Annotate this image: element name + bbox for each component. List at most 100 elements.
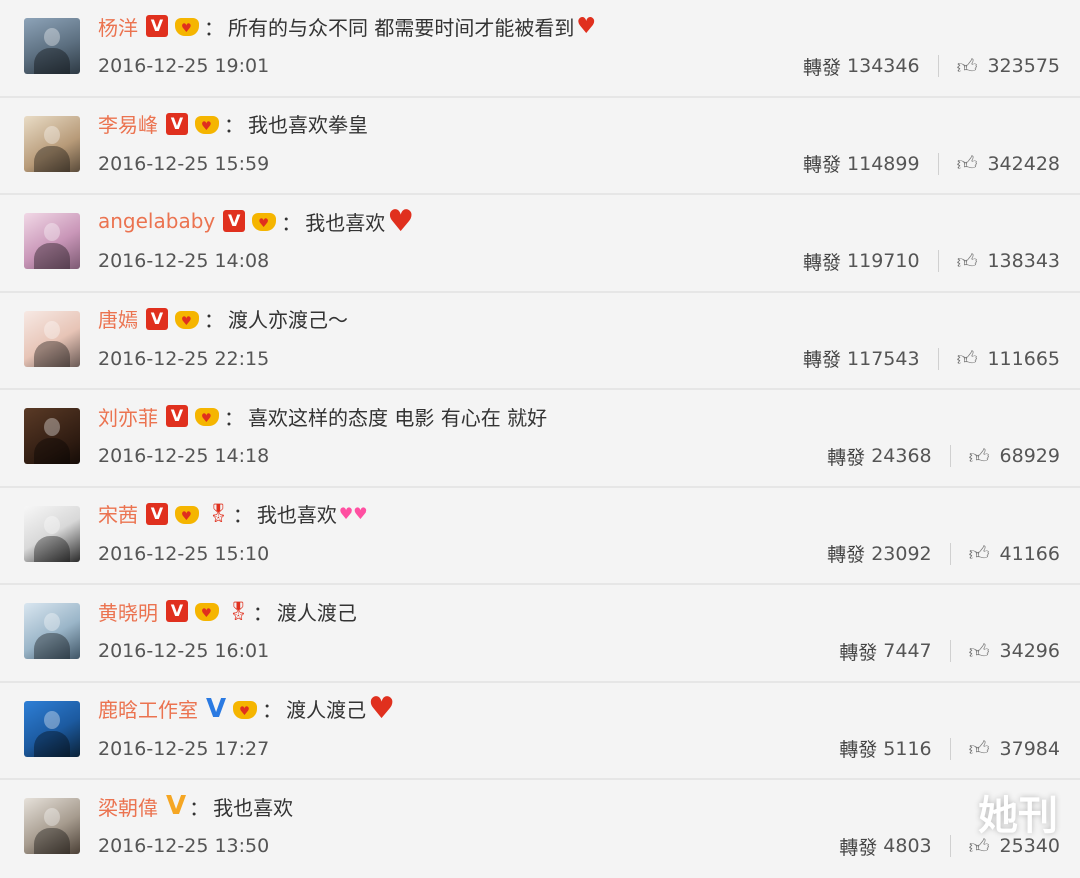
comment-row: 宋茜 V ♥ 🎖︎ ： 我也喜欢 ♥♥ 2016-12-25 15:10 轉發 … bbox=[0, 488, 1080, 585]
divider bbox=[937, 347, 939, 370]
comment-time: 2016-12-25 19:01 bbox=[98, 55, 270, 77]
comment-row: 梁朝偉 V ： 我也喜欢 2016-12-25 13:50 轉發 4803 👍︎… bbox=[0, 780, 1080, 878]
avatar[interactable] bbox=[24, 700, 80, 757]
comment-time: 2016-12-25 22:15 bbox=[98, 347, 270, 370]
repost-count: 119710 bbox=[847, 250, 920, 272]
commenter-name[interactable]: 唐嫣 bbox=[98, 304, 138, 333]
like-thumb-icon[interactable]: 👍︎ bbox=[969, 736, 990, 761]
vip-crown-icon: ♥ bbox=[250, 209, 278, 233]
repost-button[interactable]: 轉發 bbox=[839, 735, 877, 762]
like-count: 323575 bbox=[987, 55, 1060, 77]
pink-hearts-emoji-icon: ♥♥ bbox=[338, 504, 368, 523]
divider bbox=[949, 835, 951, 857]
divider bbox=[949, 445, 951, 467]
comment-row: 杨洋 V ♥ ： 所有的与众不同 都需要时间才能被看到 ♥ 2016-12-25… bbox=[0, 0, 1080, 98]
commenter-name[interactable]: 李易峰 bbox=[98, 109, 158, 138]
repost-button[interactable]: 轉發 bbox=[803, 53, 841, 80]
verified-blue-v-icon: V bbox=[206, 693, 227, 724]
commenter-name[interactable]: 杨洋 bbox=[98, 12, 138, 41]
avatar[interactable] bbox=[24, 408, 80, 464]
repost-count: 134346 bbox=[847, 55, 920, 77]
vip-crown-icon: ♥ bbox=[231, 697, 259, 721]
vip-crown-icon: ♥ bbox=[173, 14, 201, 38]
comment-time: 2016-12-25 17:27 bbox=[98, 737, 270, 760]
avatar[interactable] bbox=[24, 603, 80, 659]
divider bbox=[937, 55, 939, 77]
repost-count: 117543 bbox=[847, 347, 920, 370]
divider bbox=[949, 542, 951, 565]
comment-time: 2016-12-25 14:08 bbox=[98, 250, 270, 272]
like-count: 342428 bbox=[987, 152, 1060, 175]
verified-v-icon: V bbox=[146, 307, 168, 330]
comment-text: 我也喜欢拳皇 bbox=[248, 113, 368, 137]
comment-time: 2016-12-25 15:10 bbox=[98, 542, 270, 565]
vip-crown-icon: ♥ bbox=[193, 599, 221, 623]
vip-crown-icon: ♥ bbox=[193, 404, 221, 428]
comment-text: 渡人渡己 bbox=[286, 698, 367, 722]
repost-button[interactable]: 轉發 bbox=[839, 833, 877, 860]
commenter-name[interactable]: 梁朝偉 bbox=[98, 792, 158, 821]
repost-button[interactable]: 轉發 bbox=[827, 443, 865, 470]
heart-emoji-icon: ♥ bbox=[368, 691, 396, 726]
comment-list: 杨洋 V ♥ ： 所有的与众不同 都需要时间才能被看到 ♥ 2016-12-25… bbox=[0, 0, 1080, 878]
comment-row: 黄晓明 V ♥ 🎖︎ ： 渡人渡己 2016-12-25 16:01 轉發 74… bbox=[0, 585, 1080, 683]
avatar[interactable] bbox=[24, 310, 80, 367]
divider bbox=[949, 737, 951, 760]
heart-emoji-icon: ♥ bbox=[387, 203, 415, 239]
like-thumb-icon[interactable]: 👍︎ bbox=[957, 54, 978, 79]
vip-crown-icon: ♥ bbox=[193, 112, 221, 136]
repost-count: 24368 bbox=[871, 445, 932, 467]
comment-row: 鹿晗工作室 V ♥ ： 渡人渡己 ♥ 2016-12-25 17:27 轉發 5… bbox=[0, 683, 1080, 780]
repost-button[interactable]: 轉發 bbox=[827, 540, 865, 567]
commenter-name[interactable]: 宋茜 bbox=[98, 499, 138, 528]
medal-icon: 🎖︎ bbox=[207, 503, 230, 524]
comment-row: 唐嫣 V ♥ ： 渡人亦渡己～ 2016-12-25 22:15 轉發 1175… bbox=[0, 293, 1080, 390]
like-count: 37984 bbox=[999, 737, 1060, 760]
commenter-name[interactable]: 黄晓明 bbox=[98, 597, 158, 626]
divider bbox=[949, 640, 951, 662]
comment-text: 我也喜欢 bbox=[305, 210, 386, 235]
avatar[interactable] bbox=[24, 505, 80, 562]
commenter-name[interactable]: angelababy bbox=[98, 209, 215, 233]
divider bbox=[937, 152, 939, 175]
repost-count: 5116 bbox=[883, 737, 932, 760]
comment-row: 李易峰 V ♥ ： 我也喜欢拳皇 2016-12-25 15:59 轉發 114… bbox=[0, 98, 1080, 195]
comment-time: 2016-12-25 13:50 bbox=[98, 835, 270, 857]
vip-crown-icon: ♥ bbox=[173, 502, 201, 526]
repost-button[interactable]: 轉發 bbox=[803, 345, 841, 372]
like-thumb-icon[interactable]: 👍︎ bbox=[957, 346, 978, 371]
verified-gold-v-icon: V bbox=[166, 791, 187, 821]
verified-v-icon: V bbox=[166, 405, 188, 427]
verified-v-icon: V bbox=[146, 15, 168, 37]
comment-text: 渡人渡己 bbox=[276, 600, 357, 625]
like-thumb-icon[interactable]: 👍︎ bbox=[957, 151, 978, 176]
comment-time: 2016-12-25 15:59 bbox=[98, 152, 270, 175]
like-count: 138343 bbox=[987, 250, 1060, 272]
like-thumb-icon[interactable]: 👍︎ bbox=[969, 444, 990, 469]
vip-crown-icon: ♥ bbox=[173, 307, 201, 331]
avatar[interactable] bbox=[24, 115, 80, 172]
avatar[interactable] bbox=[24, 213, 80, 269]
verified-v-icon: V bbox=[166, 600, 188, 622]
watermark-logo: 她刊 bbox=[978, 792, 1058, 839]
comment-time: 2016-12-25 16:01 bbox=[98, 640, 270, 662]
repost-button[interactable]: 轉發 bbox=[803, 150, 841, 177]
medal-icon: 🎖︎ bbox=[227, 600, 250, 622]
repost-button[interactable]: 轉發 bbox=[803, 248, 841, 275]
commenter-name[interactable]: 刘亦菲 bbox=[98, 402, 158, 431]
like-count: 34296 bbox=[999, 640, 1060, 662]
repost-count: 114899 bbox=[847, 152, 920, 175]
like-thumb-icon[interactable]: 👍︎ bbox=[969, 639, 990, 664]
comment-text: 喜欢这样的态度 电影 有心在 就好 bbox=[248, 405, 548, 430]
commenter-name[interactable]: 鹿晗工作室 bbox=[98, 694, 198, 723]
repost-count: 4803 bbox=[883, 835, 932, 857]
heart-emoji-icon: ♥ bbox=[576, 13, 597, 39]
avatar[interactable] bbox=[24, 18, 80, 74]
avatar[interactable] bbox=[24, 798, 80, 854]
repost-count: 23092 bbox=[871, 542, 932, 565]
repost-button[interactable]: 轉發 bbox=[839, 638, 877, 665]
like-thumb-icon[interactable]: 👍︎ bbox=[969, 541, 990, 566]
repost-count: 7447 bbox=[883, 640, 932, 662]
comment-row: 刘亦菲 V ♥ ： 喜欢这样的态度 电影 有心在 就好 2016-12-25 1… bbox=[0, 390, 1080, 488]
like-thumb-icon[interactable]: 👍︎ bbox=[957, 249, 978, 274]
